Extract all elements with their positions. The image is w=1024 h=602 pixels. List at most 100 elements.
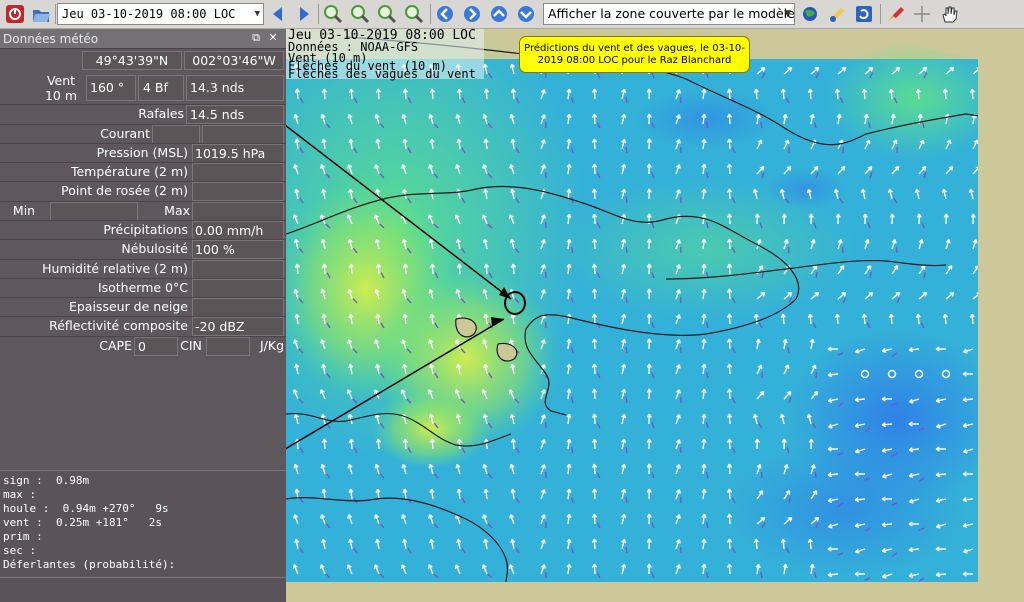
coverage-select[interactable]: Afficher la zone couverte par le modèle … xyxy=(543,3,795,25)
wave-arrow xyxy=(814,471,817,479)
map-legend: Jeu 03-10-2019 08:00 LOC Données : NOAA-… xyxy=(286,29,484,81)
wave-arrow xyxy=(625,197,628,204)
pressure-field: 1019.5 hPa xyxy=(192,144,284,163)
wave-secondary: sec : xyxy=(3,544,37,557)
dew-point-field xyxy=(192,182,284,201)
latitude-field: 49°43'39"N xyxy=(82,51,182,70)
wave-wind: vent : 0.25m +181° 2s xyxy=(3,516,162,529)
panel-footer xyxy=(0,577,286,602)
zoom-fit-icon[interactable] xyxy=(376,3,398,25)
wave-arrow xyxy=(625,147,628,154)
temperature-label: Température (2 m) xyxy=(70,164,188,179)
current-label: Courant xyxy=(100,126,150,141)
zoom-in-icon[interactable] xyxy=(322,3,344,25)
rocket-icon[interactable] xyxy=(884,3,906,25)
cin-label: CIN xyxy=(180,338,202,353)
close-icon[interactable] xyxy=(4,3,26,25)
coverage-value: Afficher la zone couverte par le modèle xyxy=(548,6,795,21)
wave-breaking: Déferlantes (probabilité): xyxy=(3,558,176,571)
wave-arrow xyxy=(625,247,628,254)
zoom-out-icon[interactable] xyxy=(349,3,371,25)
gust-label: Rafales xyxy=(138,106,184,121)
forward-icon[interactable] xyxy=(461,3,483,25)
precipitation-field: 0.00 mm/h xyxy=(192,221,284,240)
cloud-cover-label: Nébulosité xyxy=(121,241,188,256)
refresh-icon[interactable] xyxy=(853,3,875,25)
pressure-label: Pression (MSL) xyxy=(96,145,188,160)
reflectivity-field: -20 dBZ xyxy=(192,317,284,336)
wave-arrow xyxy=(625,97,628,104)
down-icon[interactable] xyxy=(515,3,537,25)
cape-field: 0 xyxy=(134,337,178,356)
toolbar: Jeu 03-10-2019 08:00 LOC ▼ Afficher la z… xyxy=(0,0,1024,29)
temperature-field xyxy=(192,163,284,182)
chevron-down-icon: ▼ xyxy=(254,9,260,19)
reflectivity-label: Réflectivité composite xyxy=(49,318,188,333)
crosshair-icon[interactable] xyxy=(911,3,933,25)
wave-arrow xyxy=(625,397,628,404)
datetime-value: Jeu 03-10-2019 08:00 LOC xyxy=(62,7,236,21)
current-field-1 xyxy=(152,125,200,144)
globe-icon[interactable] xyxy=(799,3,821,25)
map-wave-arrows: Flèches des vagues du vent xyxy=(288,67,476,81)
wind-beaufort-field: 4 Bf xyxy=(138,75,184,101)
wave-info-box: sign : 0.98m max : houle : 0.94m +270° 9… xyxy=(0,470,286,576)
datetime-select[interactable]: Jeu 03-10-2019 08:00 LOC ▼ xyxy=(57,3,264,25)
panel-title-text: Données météo xyxy=(3,32,99,46)
up-icon[interactable] xyxy=(488,3,510,25)
min-label: Min xyxy=(12,203,36,218)
undock-icon[interactable]: ⧉ xyxy=(249,31,263,45)
wave-arrow xyxy=(787,246,790,254)
wind-height-label: 10 m xyxy=(44,88,78,103)
zoom-reset-icon[interactable] xyxy=(403,3,425,25)
cin-unit-label: J/Kg xyxy=(259,338,284,353)
wave-arrow xyxy=(625,447,628,454)
folder-open-icon[interactable] xyxy=(30,3,52,25)
land-south xyxy=(466,582,978,602)
next-icon[interactable] xyxy=(293,3,315,25)
wind-direction-field: 160 ° xyxy=(86,75,136,101)
forecast-callout: Prédictions du vent et des vagues, le 03… xyxy=(519,36,750,73)
wave-arrow xyxy=(625,547,628,554)
back-icon[interactable] xyxy=(434,3,456,25)
wave-arrow xyxy=(841,246,844,254)
humidity-field xyxy=(192,260,284,279)
previous-icon[interactable] xyxy=(267,3,289,25)
humidity-label: Humidité relative (2 m) xyxy=(42,261,188,276)
wave-arrow xyxy=(625,497,628,504)
wave-arrow xyxy=(895,246,898,254)
dew-point-label: Point de rosée (2 m) xyxy=(61,183,188,198)
wave-arrow xyxy=(625,297,628,304)
cin-field xyxy=(206,337,250,356)
hand-icon[interactable] xyxy=(938,3,960,25)
wave-swell: houle : 0.94m +270° 9s xyxy=(3,502,169,515)
gust-field: 14.5 nds xyxy=(186,105,284,124)
wave-max: max : xyxy=(3,488,37,501)
map-canvas[interactable] xyxy=(286,29,1024,602)
max-field xyxy=(192,202,284,221)
color-icon[interactable] xyxy=(826,3,848,25)
wave-arrow xyxy=(625,347,628,354)
max-label: Max xyxy=(164,203,190,218)
wave-sign: sign : 0.98m xyxy=(3,474,90,487)
wind-speed-field: 14.3 nds xyxy=(186,75,284,101)
snow-depth-label: Epaisseur de neige xyxy=(68,299,188,314)
wave-arrow xyxy=(760,471,763,479)
weather-map[interactable]: Jeu 03-10-2019 08:00 LOC Données : NOAA-… xyxy=(286,29,1024,602)
wave-primary: prim : xyxy=(3,530,43,543)
weather-data-panel: Données météo ⧉ ✕ 49°43'39"N 002°03'46"W… xyxy=(0,29,286,602)
isotherm-field xyxy=(192,279,284,298)
app-window: Jeu 03-10-2019 08:00 LOC ▼ Afficher la z… xyxy=(0,0,1024,602)
cape-label: CAPE xyxy=(99,338,132,353)
snow-depth-field xyxy=(192,298,284,317)
panel-title: Données météo ⧉ ✕ xyxy=(0,29,286,49)
isotherm-label: Isotherme 0°C xyxy=(97,280,188,295)
close-panel-icon[interactable]: ✕ xyxy=(266,31,280,45)
longitude-field: 002°03'46"W xyxy=(184,51,284,70)
callout-text: Prédictions du vent et des vagues, le 03… xyxy=(524,43,745,66)
land-east xyxy=(978,59,1024,602)
location-marker[interactable] xyxy=(504,291,526,315)
chevron-down-icon: ▼ xyxy=(784,9,791,19)
min-field xyxy=(50,202,138,221)
current-field-2 xyxy=(202,125,284,144)
